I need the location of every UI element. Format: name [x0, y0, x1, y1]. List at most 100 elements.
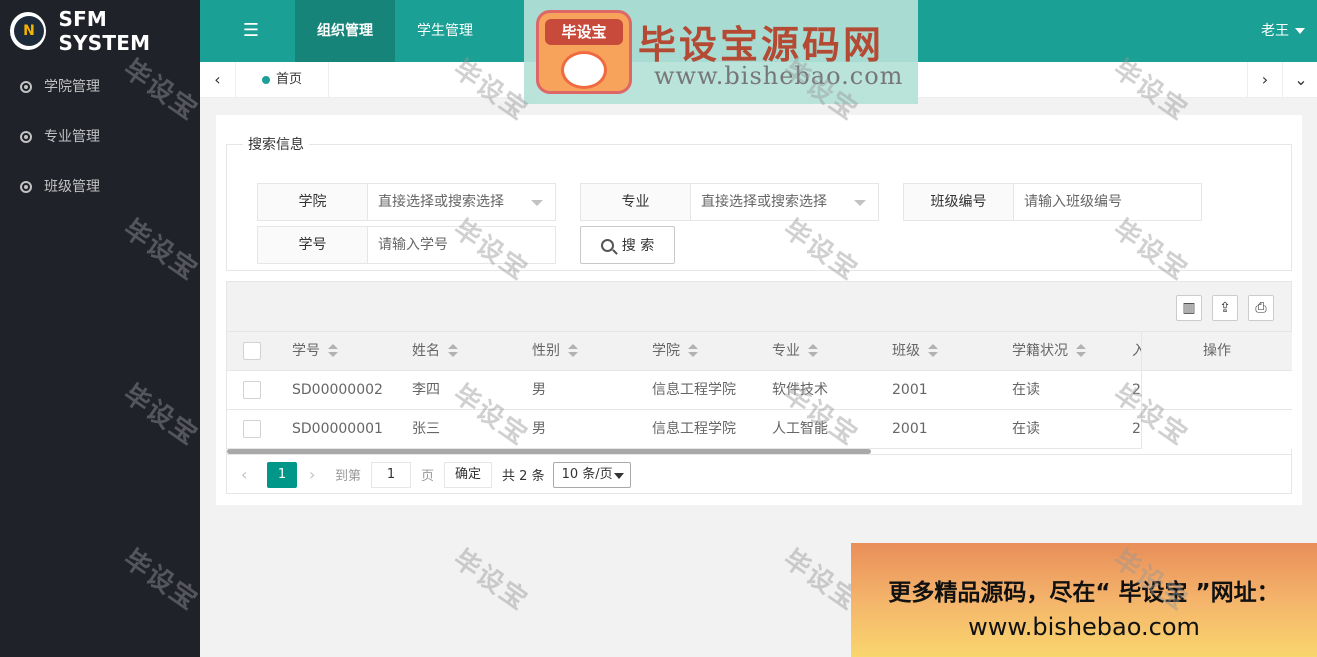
sort-icon[interactable]: [928, 344, 938, 358]
watermark-url: www.bishebao.com: [654, 62, 904, 90]
operation-cell: [1142, 410, 1292, 448]
page-size-select[interactable]: 10 条/页: [552, 461, 631, 488]
major-label: 专业: [580, 183, 690, 221]
college-field: 学院 直接选择或搜索选择: [257, 183, 556, 221]
col-header-status[interactable]: 学籍状况: [1012, 332, 1086, 370]
top-tab-org[interactable]: 组织管理: [295, 0, 395, 62]
tab-next-icon[interactable]: ›: [1247, 62, 1283, 98]
student-id-input[interactable]: 请输入学号: [367, 226, 556, 264]
cell-extra: 2: [1132, 421, 1141, 437]
col-header-gender[interactable]: 性别: [532, 332, 578, 370]
search-fieldset: 搜索信息 学院 直接选择或搜索选择 专业 直接选择或搜索选择 班级编号 请输入班…: [226, 134, 1292, 271]
table-header: 学号 姓名 性别 学院 专业 班级 学籍状况 入: [227, 332, 1291, 371]
search-button[interactable]: 搜 索: [580, 226, 675, 264]
export-icon[interactable]: ⇪: [1212, 295, 1238, 321]
chevron-down-icon: [1295, 28, 1305, 34]
search-legend: 搜索信息: [248, 137, 304, 153]
print-icon[interactable]: ⎙: [1248, 295, 1274, 321]
pagination: ‹ 1 › 到第 1 页 确定 共 2 条 10 条/页: [227, 454, 1291, 494]
table-toolbar: ▥ ⇪ ⎙: [227, 282, 1291, 332]
cell-name: 李四: [412, 382, 440, 398]
sidebar-item-label: 班级管理: [44, 179, 100, 195]
sort-icon[interactable]: [688, 344, 698, 358]
tab-prev-icon[interactable]: ‹: [200, 62, 236, 98]
cell-student-id: SD00000001: [292, 421, 383, 437]
active-dot-icon: [262, 75, 270, 84]
tab-options-chevron-icon[interactable]: ⌄: [1283, 62, 1317, 98]
sidebar: 学院管理 专业管理 班级管理: [0, 62, 200, 657]
sort-icon[interactable]: [1076, 344, 1086, 358]
cell-extra: 2: [1132, 382, 1141, 398]
col-header-class[interactable]: 班级: [892, 332, 938, 370]
cell-gender: 男: [532, 382, 546, 398]
major-field: 专业 直接选择或搜索选择: [580, 183, 879, 221]
page-size-value: 10 条/页: [561, 466, 613, 482]
class-number-label: 班级编号: [903, 183, 1013, 221]
watermark-logo: 毕设宝: [536, 10, 632, 94]
page-jump-input[interactable]: 1: [371, 461, 412, 488]
logo-area: N SFM SYSTEM: [0, 0, 200, 62]
dropdown-arrow-icon: [854, 200, 866, 206]
cell-college: 信息工程学院: [652, 382, 736, 398]
page-jump-button[interactable]: 确定: [444, 461, 493, 488]
tab-home-label: 首页: [276, 72, 303, 87]
class-number-field: 班级编号 请输入班级编号: [903, 183, 1202, 221]
col-header-college[interactable]: 学院: [652, 332, 698, 370]
page-number-current[interactable]: 1: [267, 461, 297, 488]
row-checkbox[interactable]: [243, 381, 261, 399]
prev-page-icon[interactable]: ‹: [241, 465, 255, 484]
cell-college: 信息工程学院: [652, 421, 736, 437]
student-id-placeholder: 请输入学号: [378, 237, 448, 253]
operation-cell: [1142, 371, 1292, 410]
promo-banner: 更多精品源码，尽在“ 毕设宝 ”网址： www.bishebao.com: [851, 543, 1317, 657]
sidebar-item-college[interactable]: 学院管理: [0, 62, 200, 112]
target-icon: [20, 81, 32, 93]
sidebar-item-major[interactable]: 专业管理: [0, 112, 200, 162]
watermark-title: 毕设宝源码网: [638, 23, 885, 67]
col-header-operation: 操作: [1142, 332, 1292, 371]
tab-home[interactable]: 首页: [236, 62, 330, 98]
total-count: 共 2 条: [502, 469, 545, 484]
columns-filter-icon[interactable]: ▥: [1176, 295, 1202, 321]
top-tab-student[interactable]: 学生管理: [395, 0, 495, 62]
cell-class: 2001: [892, 382, 928, 398]
watermark-text: 毕设宝: [447, 544, 534, 617]
sidebar-item-class[interactable]: 班级管理: [0, 162, 200, 212]
main-card: 搜索信息 学院 直接选择或搜索选择 专业 直接选择或搜索选择 班级编号 请输入班…: [216, 115, 1302, 505]
select-all-checkbox[interactable]: [243, 342, 261, 360]
table-row[interactable]: SD00000002 李四 男 信息工程学院 软件技术 2001 在读 2: [227, 371, 1291, 410]
major-select[interactable]: 直接选择或搜索选择: [690, 183, 879, 221]
sidebar-item-label: 学院管理: [44, 79, 100, 95]
table-row[interactable]: SD00000001 张三 男 信息工程学院 人工智能 2001 在读 2: [227, 410, 1291, 449]
user-name: 老王: [1261, 23, 1289, 39]
col-header-name[interactable]: 姓名: [412, 332, 458, 370]
user-menu[interactable]: 老王: [1261, 0, 1305, 62]
chevron-down-icon: [613, 472, 624, 479]
sort-icon[interactable]: [448, 344, 458, 358]
watermark-logo-text: 毕设宝: [545, 19, 623, 45]
mascot-icon: [561, 51, 607, 89]
class-number-input[interactable]: 请输入班级编号: [1013, 183, 1202, 221]
class-number-placeholder: 请输入班级编号: [1024, 194, 1122, 210]
col-header-major[interactable]: 专业: [772, 332, 818, 370]
watermark-banner: 毕设宝 毕设宝源码网 www.bishebao.com: [524, 0, 918, 104]
col-header-student-id[interactable]: 学号: [292, 332, 338, 370]
cell-gender: 男: [532, 421, 546, 437]
operation-column: 操作: [1141, 332, 1292, 449]
sort-icon[interactable]: [808, 344, 818, 358]
sort-icon[interactable]: [328, 344, 338, 358]
data-table: ▥ ⇪ ⎙ 学号 姓名 性别 学院 专业 班级 学籍状况 入 SD0000000…: [226, 281, 1292, 494]
promo-line-1: 更多精品源码，尽在“ 毕设宝 ”网址：: [888, 580, 1280, 606]
cell-major: 软件技术: [772, 382, 828, 398]
search-icon: [600, 238, 614, 252]
cell-status: 在读: [1012, 421, 1040, 437]
app-logo-mark: N: [14, 16, 44, 46]
college-select[interactable]: 直接选择或搜索选择: [367, 183, 556, 221]
dropdown-arrow-icon: [531, 200, 543, 206]
college-label: 学院: [257, 183, 367, 221]
app-logo-icon: N: [10, 12, 47, 50]
row-checkbox[interactable]: [243, 420, 261, 438]
menu-toggle-icon[interactable]: ☰: [232, 18, 270, 44]
sort-icon[interactable]: [568, 344, 578, 358]
next-page-icon[interactable]: ›: [309, 465, 323, 484]
